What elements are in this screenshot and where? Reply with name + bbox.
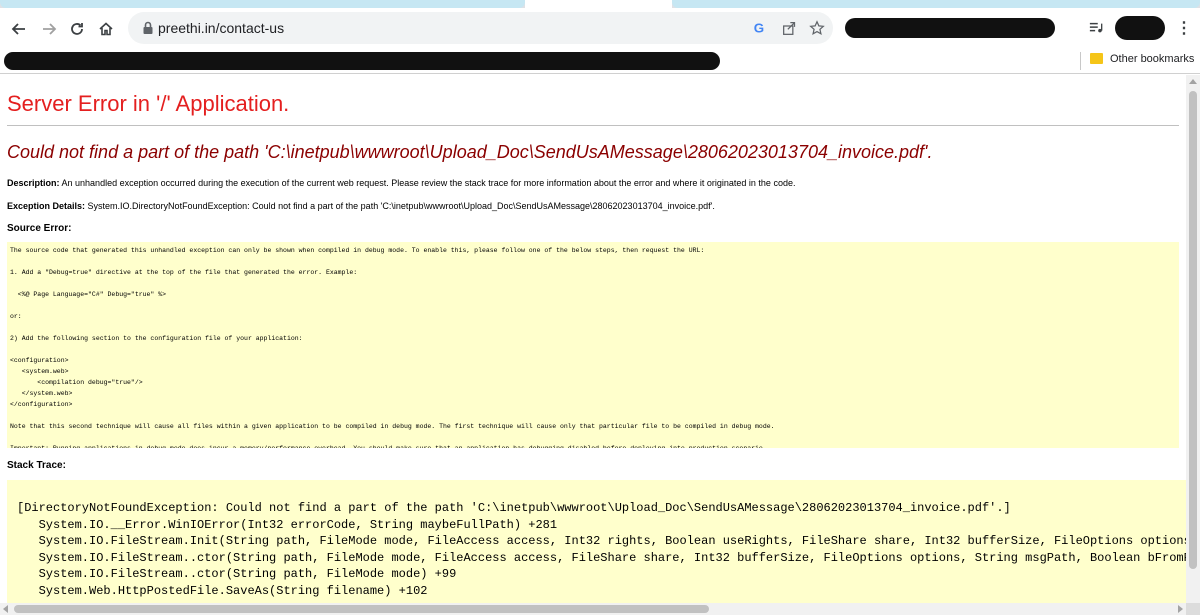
tab-strip	[0, 0, 1200, 8]
description-paragraph: Description: An unhandled exception occu…	[7, 178, 1186, 188]
address-bar[interactable]: preethi.in/contact-us G	[128, 12, 833, 44]
home-icon	[99, 22, 113, 36]
horizontal-scroll-thumb[interactable]	[14, 605, 709, 613]
bookmark-star-icon[interactable]	[808, 19, 826, 37]
error-message: Could not find a part of the path 'C:\in…	[7, 142, 933, 162]
back-button[interactable]	[6, 16, 32, 42]
svg-text:G: G	[754, 20, 764, 35]
vertical-scrollbar[interactable]	[1186, 75, 1200, 603]
menu-icon[interactable]: ⋮	[1174, 18, 1194, 38]
arrow-left-icon	[11, 23, 25, 35]
reload-icon	[71, 23, 83, 35]
source-error-heading: Source Error:	[7, 223, 72, 234]
page-title: Server Error in '/' Application.	[7, 91, 1179, 126]
browser-toolbar: preethi.in/contact-us G ⋮	[0, 8, 1200, 48]
reload-button[interactable]	[64, 16, 90, 42]
folder-icon	[1090, 53, 1103, 64]
redacted-bookmarks	[4, 52, 720, 70]
page-content: Server Error in '/' Application. Could n…	[0, 75, 1186, 603]
scrollbar-corner	[1186, 603, 1200, 615]
browser-tab[interactable]	[0, 0, 525, 8]
source-error-block: The source code that generated this unha…	[7, 242, 1179, 448]
stack-trace-heading: Stack Trace:	[7, 460, 66, 471]
bookmarks-separator	[1080, 52, 1081, 70]
description-label: Description:	[7, 178, 60, 188]
vertical-scroll-thumb[interactable]	[1189, 91, 1197, 569]
bookmarks-bar: Other bookmarks	[0, 48, 1200, 74]
redacted-extensions	[845, 18, 1055, 38]
media-control-icon[interactable]	[1086, 18, 1106, 38]
exception-label: Exception Details:	[7, 201, 86, 211]
browser-tab[interactable]	[672, 0, 1200, 8]
forward-button[interactable]	[36, 16, 62, 42]
url-text[interactable]: preethi.in/contact-us	[158, 20, 284, 36]
horizontal-scrollbar[interactable]	[0, 603, 1186, 615]
scroll-right-arrow-icon[interactable]	[1178, 605, 1183, 613]
scroll-left-arrow-icon[interactable]	[3, 605, 8, 613]
lock-icon	[143, 21, 153, 34]
scroll-up-arrow-icon[interactable]	[1189, 79, 1197, 84]
share-icon[interactable]	[780, 19, 798, 37]
google-icon[interactable]: G	[751, 19, 769, 37]
stack-trace-block: [DirectoryNotFoundException: Could not f…	[7, 480, 1186, 603]
other-bookmarks-link[interactable]: Other bookmarks	[1110, 53, 1194, 65]
description-text: An unhandled exception occurred during t…	[61, 178, 796, 188]
browser-tab-active[interactable]	[525, 0, 672, 8]
arrow-right-icon	[43, 23, 57, 35]
exception-text: System.IO.DirectoryNotFoundException: Co…	[87, 201, 715, 211]
redacted-profile	[1115, 16, 1165, 40]
home-button[interactable]	[93, 16, 119, 42]
exception-details-paragraph: Exception Details: System.IO.DirectoryNo…	[7, 201, 1186, 211]
